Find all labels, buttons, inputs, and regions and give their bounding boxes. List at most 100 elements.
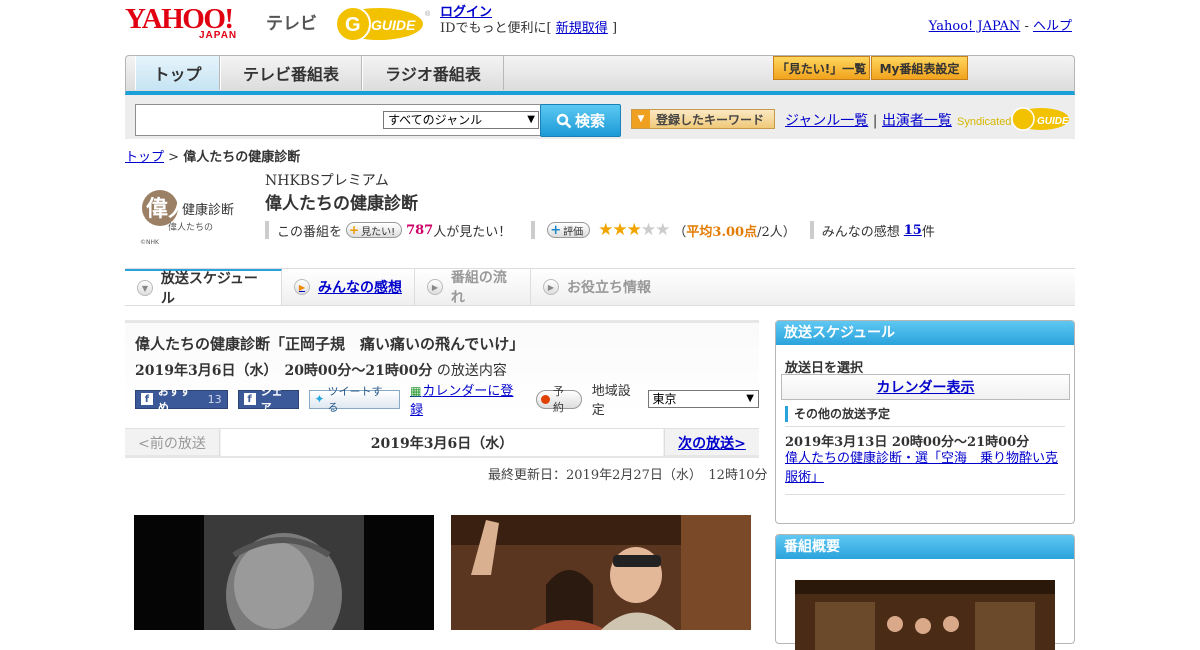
studio-hosts-photo (451, 515, 751, 630)
signup-prefix: IDでもっと便利に[ (440, 21, 552, 36)
search-icon (556, 113, 572, 128)
rating-open: （ (673, 224, 687, 240)
calendar-display-button[interactable]: カレンダー表示 (781, 374, 1070, 400)
rating-stars: ★★★★★ (598, 220, 670, 240)
tv-label: テレビ (266, 14, 317, 34)
current-broadcast-date: 2019年3月6日（水） (221, 429, 663, 456)
triangle-down-icon: ▼ (632, 110, 650, 128)
nav-tab-top[interactable]: トップ (135, 56, 220, 90)
search-button[interactable]: 検索 (540, 104, 621, 137)
breadcrumb-top-link[interactable]: トップ (125, 150, 164, 165)
impressions-suffix: 件 (921, 224, 935, 240)
twitter-bird-icon: ✦ (314, 392, 325, 406)
star-filled-icon: ★ (626, 220, 642, 240)
rating-button[interactable]: + 評価 (547, 222, 591, 238)
tab-label: みんなの感想 (318, 280, 402, 296)
nav-tab-tv-schedule[interactable]: テレビ番組表 (220, 56, 362, 90)
masaoka-shiki-photo (134, 515, 434, 630)
login-link[interactable]: ログイン (440, 5, 492, 20)
episode-datetime: 2019年3月6日（水） 20時00分～21時00分 (135, 363, 433, 379)
yahoo-tv-logo[interactable]: YAHOO! JAPAN テレビ (125, 4, 325, 44)
reserve-label: 予約 (552, 385, 564, 414)
tweet-button[interactable]: ✦ ツイートする (309, 385, 401, 414)
genre-links-divider: | (872, 113, 878, 129)
schedule-panel: 放送スケジュール 放送日を選択 カレンダー表示 その他の放送予定 2019年3月… (775, 320, 1075, 524)
genre-select-value: すべてのジャンル (388, 113, 483, 127)
genre-select[interactable]: すべてのジャンル ▼ (383, 111, 539, 129)
chevron-down-icon: ▼ (527, 114, 535, 125)
divider (809, 221, 814, 239)
add-to-calendar-link[interactable]: ▦カレンダーに登録 (410, 380, 526, 418)
facebook-recommend-button[interactable]: f おすすめ 13 (135, 385, 228, 414)
record-icon (540, 394, 550, 404)
impressions-prefix: みんなの感想 (821, 224, 900, 240)
facebook-share-button[interactable]: f シェア (237, 385, 300, 414)
play-icon: ▶ (294, 279, 310, 295)
schedule-panel-title: 放送スケジュール (776, 321, 1074, 345)
program-title: 偉人たちの健康診断 (265, 194, 418, 214)
tab-useful-info[interactable]: ▶ お役立ち情報 (531, 269, 661, 305)
broadcast-date-nav: <前の放送 2019年3月6日（水） 次の放送> (125, 428, 759, 458)
play-icon: ▶ (427, 279, 443, 295)
other-broadcasts-label: その他の放送予定 (785, 406, 890, 422)
program-logo-credit: ©NHK (140, 239, 160, 246)
performer-list-link[interactable]: 出演者一覧 (882, 113, 952, 129)
other-broadcast-link[interactable]: 偉人たちの健康診断・選「空海 乗り物酔い克服術」 (785, 449, 1065, 487)
share-row: f おすすめ 13 f シェア ✦ ツイートする ▦カレンダーに登録 予約 地域… (135, 384, 759, 418)
syndicated-label: Syndicated (957, 116, 1011, 128)
episode-header: 偉人たちの健康診断「正岡子規 痛い痛いの飛んでいけ」 2019年3月6日（水） … (125, 320, 759, 418)
divider (265, 221, 269, 239)
breadcrumb: トップ > 偉人たちの健康診断 (125, 146, 300, 165)
mitai-list-button[interactable]: 「見たい!」一覧 (773, 56, 870, 80)
episode-datetime-row: 2019年3月6日（水） 20時00分～21時00分 の放送内容 (135, 360, 507, 380)
tab-impressions[interactable]: ▶ みんなの感想 (282, 269, 415, 305)
syndicated-logo-text: GUIDE (1037, 116, 1069, 127)
syndicated-gguide-logo: Syndicated GUIDE (957, 107, 1069, 131)
my-schedule-button[interactable]: My番組表設定 (871, 56, 968, 80)
divider (785, 426, 1065, 427)
signup-suffix: ] (611, 21, 618, 36)
tab-broadcast-schedule[interactable]: ▼ 放送スケジュール (125, 269, 282, 307)
region-select-value: 東京 (652, 392, 677, 406)
mitai-button[interactable]: + 見たい! (346, 222, 403, 238)
impressions-count-link[interactable]: 15 (904, 223, 922, 238)
tab-label: 番組の流れ (450, 270, 507, 306)
top-links: Yahoo! JAPAN - ヘルプ (929, 15, 1072, 34)
star-empty-icon: ★ (655, 220, 670, 240)
yahoo-japan-link[interactable]: Yahoo! JAPAN (929, 19, 1021, 34)
program-summary-title: 番組概要 (776, 535, 1074, 559)
star-filled-icon: ★ (598, 220, 613, 240)
rating-average: 平均3.00点 (686, 224, 758, 240)
signup-link[interactable]: 新規取得 (556, 21, 608, 36)
content-tabs: ▼ 放送スケジュール ▶ みんなの感想 ▶ 番組の流れ ▶ お役立ち情報 (125, 268, 1075, 307)
play-icon: ▶ (543, 279, 559, 295)
program-logo-text: 健康診断 (182, 202, 234, 218)
reserve-button[interactable]: 予約 (535, 385, 582, 414)
region-select[interactable]: 東京 ▼ (647, 390, 759, 408)
genre-links: ジャンル一覧 | 出演者一覧 (785, 110, 952, 130)
next-broadcast-link[interactable]: 次の放送> (664, 429, 759, 456)
breadcrumb-current: 偉人たちの健康診断 (183, 150, 301, 165)
gguide-text: GUIDE (371, 17, 416, 33)
rating-button-label: 評価 (563, 226, 584, 238)
global-nav: トップ テレビ番組表 ラジオ番組表 「見たい!」一覧 My番組表設定 (125, 55, 1075, 95)
episode-datetime-suffix: の放送内容 (436, 363, 507, 379)
plus-icon: + (550, 222, 562, 238)
previous-broadcast-link[interactable]: <前の放送 (125, 429, 220, 456)
tweet-label: ツイートする (327, 385, 383, 414)
help-link[interactable]: ヘルプ (1033, 19, 1072, 34)
registered-keywords-button[interactable]: ▼ 登録したキーワード (631, 109, 775, 129)
rating-people: /2人） (757, 224, 796, 240)
chevron-down-icon: ▼ (137, 280, 153, 296)
gguide-logo: G GUIDE ® (335, 6, 431, 42)
toplinks-separator: - (1024, 19, 1029, 34)
chevron-down-icon: ▼ (746, 393, 754, 404)
nav-tab-radio-schedule[interactable]: ラジオ番組表 (362, 56, 504, 90)
genre-list-link[interactable]: ジャンル一覧 (785, 113, 868, 129)
facebook-icon: f (243, 393, 256, 405)
tab-program-flow[interactable]: ▶ 番組の流れ (415, 269, 531, 306)
facebook-icon: f (141, 393, 153, 405)
tab-label: お役立ち情報 (567, 280, 651, 296)
calendar-plus-icon: ▦ (410, 384, 422, 398)
registered-keywords-label: 登録したキーワード (656, 112, 765, 127)
